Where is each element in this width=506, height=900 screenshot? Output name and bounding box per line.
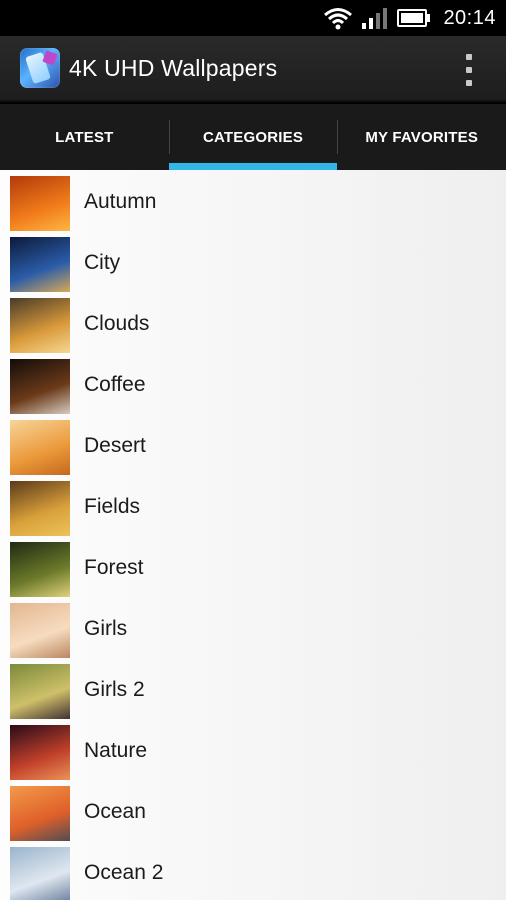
category-thumbnail (10, 298, 70, 358)
list-item[interactable]: Coffee (0, 353, 506, 420)
app-title: 4K UHD Wallpapers (69, 54, 278, 81)
category-thumbnail (10, 176, 70, 236)
action-bar: 4K UHD Wallpapers (0, 36, 506, 102)
category-thumbnail (10, 664, 70, 724)
category-label: Ocean 2 (84, 861, 164, 884)
category-label: City (84, 251, 121, 274)
list-item[interactable]: City (0, 231, 506, 298)
tab-categories[interactable]: CATEGORIES (168, 104, 338, 170)
category-thumbnail (10, 420, 70, 480)
signal-icon (361, 7, 389, 29)
battery-icon (397, 8, 431, 28)
list-item[interactable]: Fields (0, 475, 506, 542)
overflow-menu-icon[interactable] (462, 54, 476, 86)
status-time: 20:14 (443, 6, 496, 29)
list-item[interactable]: Girls (0, 597, 506, 664)
category-thumbnail (10, 542, 70, 602)
tab-label: MY FAVORITES (365, 128, 479, 146)
tab-bar: LATEST CATEGORIES MY FAVORITES (0, 104, 506, 170)
wifi-icon (323, 6, 353, 30)
category-thumbnail (10, 237, 70, 297)
list-item[interactable]: Ocean (0, 780, 506, 847)
tab-label: LATEST (55, 128, 114, 146)
category-label: Desert (84, 434, 146, 457)
category-label: Clouds (84, 312, 150, 335)
tab-latest[interactable]: LATEST (0, 104, 169, 170)
category-label: Girls 2 (84, 678, 145, 701)
category-thumbnail (10, 847, 70, 900)
list-item[interactable]: Autumn (0, 170, 506, 237)
tab-label: CATEGORIES (202, 128, 304, 146)
category-label: Coffee (84, 373, 146, 396)
category-label: Girls (84, 617, 128, 640)
list-item[interactable]: Clouds (0, 292, 506, 359)
list-item[interactable]: Forest (0, 536, 506, 603)
tab-my-favorites[interactable]: MY FAVORITES (337, 104, 506, 170)
category-thumbnail (10, 481, 70, 541)
category-label: Fields (84, 495, 141, 518)
category-label: Autumn (84, 190, 157, 213)
list-item[interactable]: Ocean 2 (0, 841, 506, 900)
status-bar: 20:14 (0, 0, 506, 36)
list-item[interactable]: Girls 2 (0, 658, 506, 725)
list-item[interactable]: Desert (0, 414, 506, 481)
category-list[interactable]: Autumn City Clouds Coffee Desert Fields Forest… (0, 170, 506, 900)
category-thumbnail (10, 725, 70, 785)
category-thumbnail (10, 603, 70, 663)
app-icon[interactable] (20, 48, 60, 88)
category-label: Forest (84, 556, 144, 579)
category-thumbnail (10, 786, 70, 846)
category-label: Nature (84, 739, 148, 762)
list-item[interactable]: Nature (0, 719, 506, 786)
category-label: Ocean (84, 800, 146, 823)
category-thumbnail (10, 359, 70, 419)
